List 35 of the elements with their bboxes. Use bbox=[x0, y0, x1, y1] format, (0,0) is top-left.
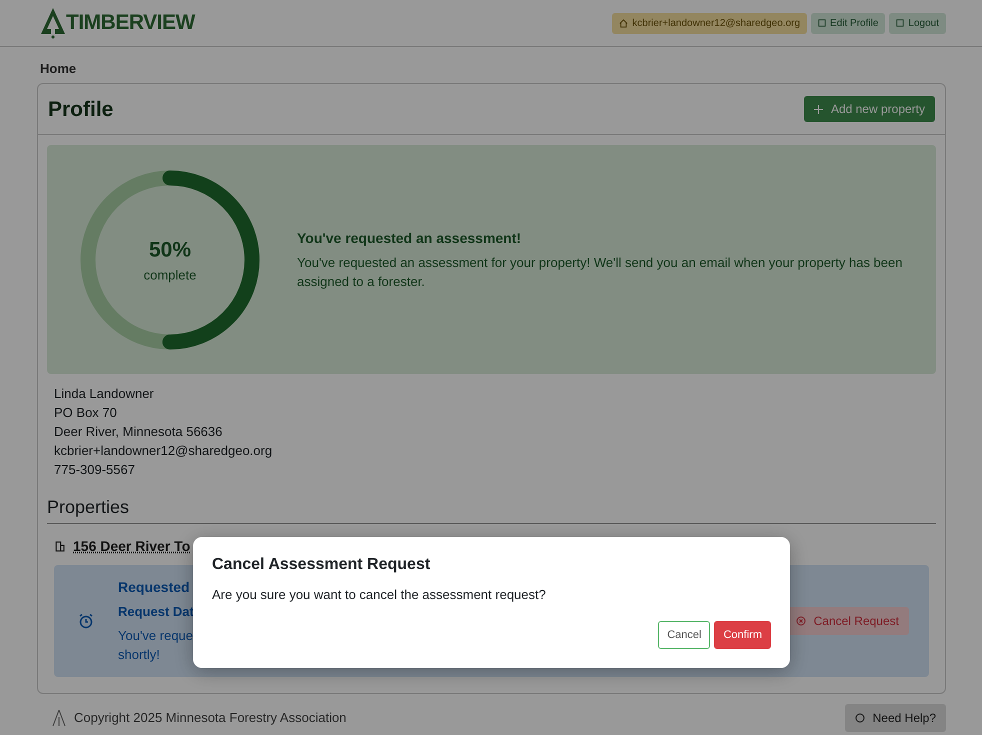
contact-line: Linda Landowner bbox=[54, 386, 154, 401]
contact-line: kcbrier+landowner12@sharedgeo.org bbox=[54, 443, 272, 458]
alarm-clock-icon bbox=[78, 612, 94, 629]
add-property-button[interactable]: Add new property bbox=[804, 96, 935, 122]
progress-heading: You've requested an assessment! bbox=[297, 229, 522, 248]
progress-message: You've requested an assessment for your property! We'll send you an email when your property has been assigned to a forester. bbox=[297, 254, 904, 291]
progress-caption: complete bbox=[144, 266, 196, 284]
breadcrumb-link[interactable]: Home bbox=[40, 61, 76, 76]
request-message: You've reque bbox=[118, 628, 194, 642]
request-status: Requested bbox=[118, 579, 190, 595]
page-title: Profile bbox=[48, 96, 114, 122]
tree-logo-icon bbox=[40, 7, 66, 39]
house-icon bbox=[619, 18, 628, 28]
edit-profile-button[interactable]: Edit Profile bbox=[811, 12, 886, 34]
cancel-circle-icon bbox=[796, 616, 806, 626]
brand-name[interactable]: TIMBERVIEW bbox=[66, 7, 195, 39]
request-message-end: shortly! bbox=[118, 647, 160, 662]
logout-button[interactable]: Logout bbox=[889, 12, 946, 34]
building-icon bbox=[54, 541, 65, 552]
contact-line: Deer River, Minnesota 56636 bbox=[54, 424, 222, 439]
tree-outline-icon bbox=[52, 708, 66, 726]
contact-line: PO Box 70 bbox=[54, 405, 117, 420]
confirm-button[interactable]: Confirm bbox=[714, 620, 771, 649]
cancel-button[interactable]: Cancel bbox=[658, 620, 710, 649]
dialog-message: Are you sure you want to cancel the assessment request? bbox=[212, 587, 546, 602]
request-date-label: Request Dat bbox=[118, 604, 194, 619]
dialog-title: Cancel Assessment Request bbox=[212, 556, 430, 573]
help-button[interactable]: Need Help? bbox=[844, 704, 946, 732]
copyright-text: Copyright 2025 Minnesota Forestry Association bbox=[74, 708, 346, 727]
contact-line: 775-309-5567 bbox=[54, 462, 135, 477]
user-email-badge[interactable]: kcbrier+landowner12@sharedgeo.org bbox=[612, 12, 808, 34]
property-link[interactable]: 156 Deer River To bbox=[73, 536, 190, 557]
section-heading: Properties bbox=[47, 497, 130, 517]
plus-icon bbox=[814, 104, 823, 114]
progress-percent: 50% bbox=[148, 237, 192, 263]
